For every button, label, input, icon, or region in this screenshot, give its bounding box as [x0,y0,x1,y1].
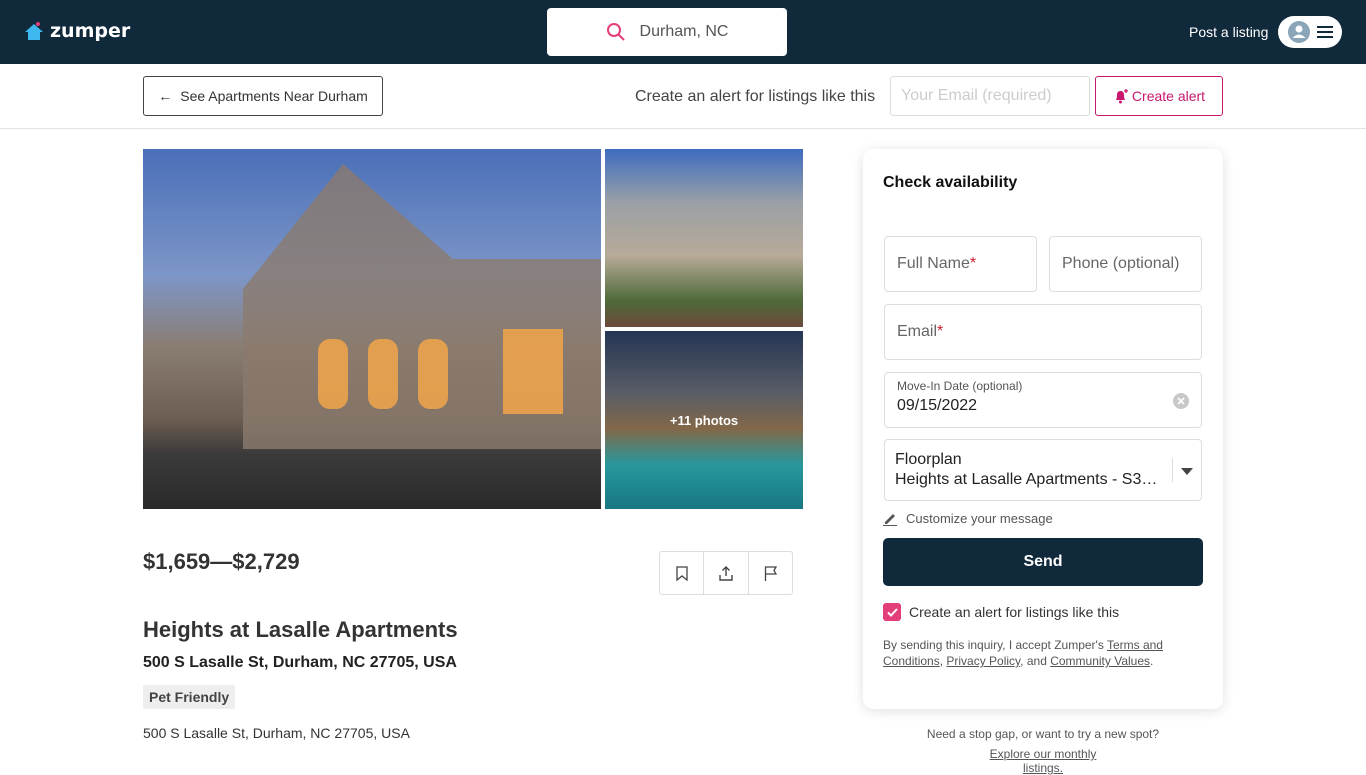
alert-checkbox-label: Create an alert for listings like this [909,604,1120,620]
privacy-link[interactable]: Privacy Policy [946,654,1020,668]
email-placeholder: Email [897,323,938,340]
send-button[interactable]: Send [883,538,1203,586]
phone-field[interactable]: Phone (optional) [1049,236,1202,292]
customize-label: Customize your message [906,511,1053,526]
post-listing-link[interactable]: Post a listing [1189,24,1268,40]
check-availability-card: Check availability Full Name * Phone (opt… [863,149,1223,709]
search-icon [606,23,625,41]
search-value: Durham, NC [639,23,729,40]
required-mark: * [937,323,944,340]
move-in-value: 09/15/2022 [897,397,978,414]
floorplan-label: Floorplan [895,451,962,468]
chevron-down-icon [1181,468,1193,475]
required-mark: * [969,255,977,272]
zumper-logo[interactable]: zumper [24,20,130,42]
monthly-question: Need a stop gap, or want to try a new sp… [926,727,1160,741]
legal-prefix: By sending this inquiry, I accept Zumper… [883,638,1107,652]
bell-plus-icon [1115,89,1128,104]
pencil-icon [883,514,897,526]
listing-address: 500 S Lasalle St, Durham, NC 27705, USA [143,654,457,671]
customize-message-link[interactable]: Customize your message [883,511,1053,526]
report-button[interactable] [749,552,792,594]
move-in-label: Move-In Date (optional) [897,379,1023,393]
create-alert-button[interactable]: Create alert [1095,76,1223,116]
email-field[interactable]: Email * [884,304,1202,360]
phone-placeholder: Phone (optional) [1062,255,1180,272]
listing-address-secondary: 500 S Lasalle St, Durham, NC 27705, USA [143,725,410,741]
see-apartments-button[interactable]: ← See Apartments Near Durham [143,76,383,116]
main-photo[interactable] [143,149,601,509]
share-button[interactable] [704,552,749,594]
checkmark-icon [886,607,898,617]
pet-friendly-badge: Pet Friendly [143,685,236,709]
listing-title: Heights at Lasalle Apartments [143,617,458,642]
alert-checkbox[interactable] [883,603,901,621]
share-icon [719,565,733,581]
full-name-field[interactable]: Full Name * [884,236,1037,292]
alert-prompt: Create an alert for listings like this [635,88,876,105]
more-photos-label: +11 photos [605,331,803,509]
card-title: Check availability [883,174,1018,191]
listing-actions [659,551,793,595]
clear-icon[interactable] [1173,393,1189,409]
flag-icon [764,565,777,581]
alert-email-input[interactable] [890,76,1090,116]
separator: , and [1020,654,1051,668]
create-alert-label: Create alert [1131,88,1206,104]
arrow-left-icon: ← [158,88,173,104]
floorplan-select[interactable]: Floorplan Heights at Lasalle Apartments … [884,439,1202,501]
hamburger-icon [1316,26,1333,38]
move-in-date-field[interactable]: Move-In Date (optional) 09/15/2022 [884,372,1202,428]
photo-thumbnail-more[interactable]: +11 photos [605,331,803,509]
period: . [1150,654,1154,668]
brand-name: zumper [50,20,131,42]
floorplan-value: Heights at Lasalle Apartments - S3 · … [895,471,1161,488]
user-menu-button[interactable] [1278,16,1342,48]
photo-building-shape [243,164,601,449]
top-nav: zumper Durham, NC Post a listing [0,0,1366,64]
full-name-placeholder: Full Name [897,255,970,272]
back-label: See Apartments Near Durham [180,88,368,104]
location-search[interactable]: Durham, NC [547,8,787,56]
price-range: $1,659—$2,729 [143,549,300,574]
save-button[interactable] [660,552,705,594]
photo-thumbnail[interactable] [605,149,803,327]
alert-bar: ← See Apartments Near Durham Create an a… [0,64,1366,129]
bookmark-icon [676,565,688,581]
legal-text: By sending this inquiry, I accept Zumper… [883,637,1183,669]
monthly-listings-link[interactable]: Explore our monthly listings. [968,747,1118,775]
community-link[interactable]: Community Values [1050,654,1150,668]
avatar-icon [1287,21,1310,43]
house-icon [25,22,43,40]
